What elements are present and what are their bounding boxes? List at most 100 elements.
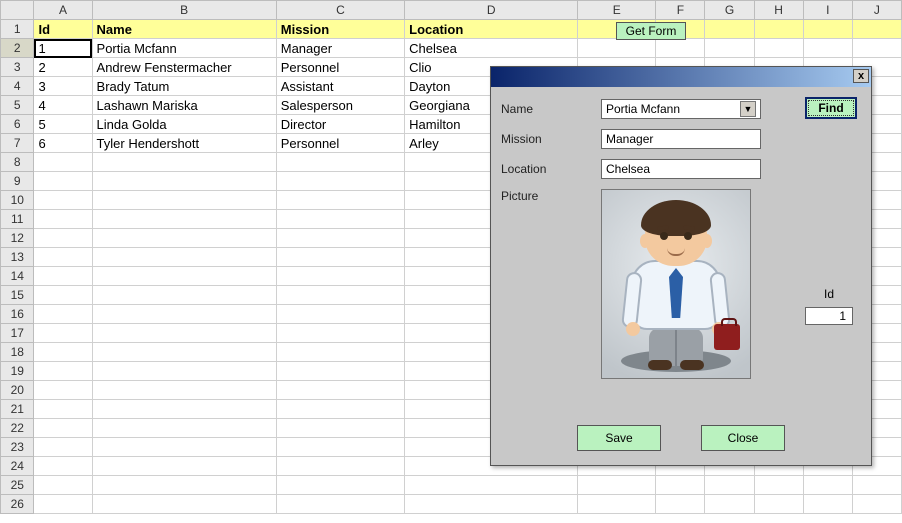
- cell[interactable]: [754, 476, 803, 495]
- cell[interactable]: [754, 39, 803, 58]
- cell[interactable]: [34, 229, 92, 248]
- cell[interactable]: Portia Mcfann: [92, 39, 276, 58]
- row-header[interactable]: 21: [1, 400, 34, 419]
- row-header[interactable]: 6: [1, 115, 34, 134]
- cell[interactable]: [656, 495, 705, 514]
- col-header-G[interactable]: G: [705, 1, 754, 20]
- cell[interactable]: [276, 305, 404, 324]
- cell[interactable]: [276, 172, 404, 191]
- cell[interactable]: [656, 39, 705, 58]
- cell[interactable]: Salesperson: [276, 96, 404, 115]
- location-field[interactable]: [601, 159, 761, 179]
- cell[interactable]: [92, 419, 276, 438]
- row-header[interactable]: 2: [1, 39, 34, 58]
- cell[interactable]: [34, 495, 92, 514]
- cell[interactable]: [276, 286, 404, 305]
- cell[interactable]: [852, 20, 901, 39]
- row-header[interactable]: 10: [1, 191, 34, 210]
- cell[interactable]: [578, 39, 656, 58]
- row-header[interactable]: 14: [1, 267, 34, 286]
- cell[interactable]: [92, 172, 276, 191]
- cell[interactable]: Id: [34, 20, 92, 39]
- cell[interactable]: [34, 267, 92, 286]
- cell[interactable]: [656, 476, 705, 495]
- cell[interactable]: [405, 476, 578, 495]
- cell[interactable]: Director: [276, 115, 404, 134]
- col-header-F[interactable]: F: [656, 1, 705, 20]
- cell[interactable]: [34, 438, 92, 457]
- cell[interactable]: [276, 248, 404, 267]
- row-header[interactable]: 18: [1, 343, 34, 362]
- row-header[interactable]: 24: [1, 457, 34, 476]
- cell[interactable]: [34, 476, 92, 495]
- row-header[interactable]: 12: [1, 229, 34, 248]
- row-header[interactable]: 26: [1, 495, 34, 514]
- cell[interactable]: [754, 495, 803, 514]
- cell[interactable]: [705, 20, 754, 39]
- row-header[interactable]: 5: [1, 96, 34, 115]
- cell[interactable]: 6: [34, 134, 92, 153]
- cell[interactable]: [34, 191, 92, 210]
- row-header[interactable]: 9: [1, 172, 34, 191]
- row-header[interactable]: 8: [1, 153, 34, 172]
- row-header[interactable]: 1: [1, 20, 34, 39]
- cell[interactable]: [276, 381, 404, 400]
- get-form-button[interactable]: Get Form: [616, 22, 686, 40]
- cell[interactable]: [34, 419, 92, 438]
- cell[interactable]: 5: [34, 115, 92, 134]
- cell[interactable]: Assistant: [276, 77, 404, 96]
- cell[interactable]: 2: [34, 58, 92, 77]
- cell[interactable]: [803, 39, 852, 58]
- cell[interactable]: [92, 457, 276, 476]
- row-header[interactable]: 13: [1, 248, 34, 267]
- row-header[interactable]: 25: [1, 476, 34, 495]
- cell[interactable]: Location: [405, 20, 578, 39]
- row-header[interactable]: 11: [1, 210, 34, 229]
- cell[interactable]: Linda Golda: [92, 115, 276, 134]
- cell[interactable]: [34, 210, 92, 229]
- col-header-A[interactable]: A: [34, 1, 92, 20]
- cell[interactable]: [92, 286, 276, 305]
- cell[interactable]: [276, 324, 404, 343]
- chevron-down-icon[interactable]: ▼: [740, 101, 756, 117]
- cell[interactable]: 1: [34, 39, 92, 58]
- cell[interactable]: [92, 153, 276, 172]
- cell[interactable]: [34, 172, 92, 191]
- cell[interactable]: 4: [34, 96, 92, 115]
- row-header[interactable]: 20: [1, 381, 34, 400]
- col-header-E[interactable]: E: [578, 1, 656, 20]
- cell[interactable]: [92, 438, 276, 457]
- cell[interactable]: [276, 476, 404, 495]
- cell[interactable]: Brady Tatum: [92, 77, 276, 96]
- cell[interactable]: [92, 305, 276, 324]
- cell[interactable]: Chelsea: [405, 39, 578, 58]
- cell[interactable]: Personnel: [276, 134, 404, 153]
- cell[interactable]: [276, 400, 404, 419]
- cell[interactable]: [92, 229, 276, 248]
- cell[interactable]: [852, 39, 901, 58]
- mission-field[interactable]: [601, 129, 761, 149]
- cell[interactable]: [92, 495, 276, 514]
- cell[interactable]: [276, 229, 404, 248]
- cell[interactable]: Lashawn Mariska: [92, 96, 276, 115]
- cell[interactable]: [34, 381, 92, 400]
- cell[interactable]: [92, 381, 276, 400]
- col-header-D[interactable]: D: [405, 1, 578, 20]
- row-header[interactable]: 16: [1, 305, 34, 324]
- cell[interactable]: [34, 248, 92, 267]
- cell[interactable]: 3: [34, 77, 92, 96]
- dialog-close-button[interactable]: x: [853, 69, 869, 83]
- cell[interactable]: [276, 495, 404, 514]
- cell[interactable]: Mission: [276, 20, 404, 39]
- row-header[interactable]: 19: [1, 362, 34, 381]
- cell[interactable]: [705, 39, 754, 58]
- row-header[interactable]: 3: [1, 58, 34, 77]
- cell[interactable]: [34, 305, 92, 324]
- cell[interactable]: [405, 495, 578, 514]
- cell[interactable]: [578, 476, 656, 495]
- id-field[interactable]: 1: [805, 307, 853, 325]
- cell[interactable]: [276, 343, 404, 362]
- cell[interactable]: [34, 153, 92, 172]
- cell[interactable]: [705, 476, 754, 495]
- cell[interactable]: [276, 438, 404, 457]
